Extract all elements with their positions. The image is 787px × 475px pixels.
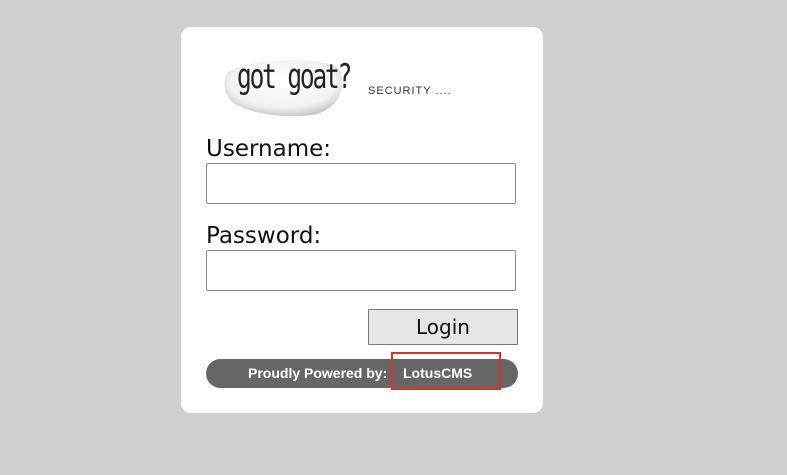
username-label: Username:	[206, 136, 331, 162]
logo-text: got goat?	[237, 57, 352, 97]
lotuscms-link[interactable]: LotusCMS	[403, 359, 472, 388]
powered-by-text: Proudly Powered by:	[248, 365, 388, 381]
username-input[interactable]	[206, 163, 516, 204]
powered-by-bar: Proudly Powered by: LotusCMS	[206, 359, 518, 388]
tagline: SECURITY ....	[368, 85, 452, 97]
password-label: Password:	[206, 223, 322, 249]
login-button[interactable]: Login	[368, 309, 518, 345]
logo: got goat?	[223, 55, 352, 117]
login-card: got goat? SECURITY .... Username: Passwo…	[181, 27, 543, 413]
password-input[interactable]	[206, 250, 516, 291]
